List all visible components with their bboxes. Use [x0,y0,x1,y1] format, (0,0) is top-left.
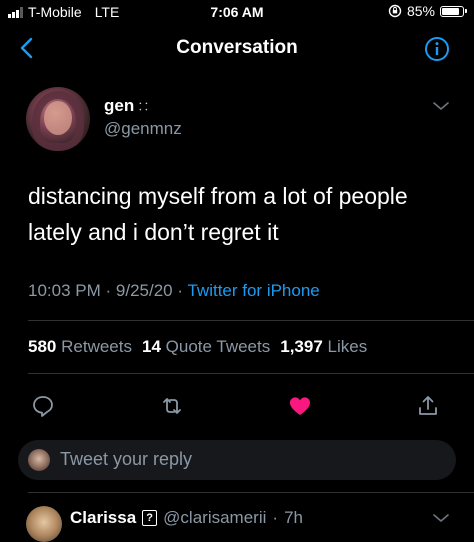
meta-separator: · [272,508,279,527]
reply-placeholder[interactable]: Tweet your reply [60,449,192,470]
tweet-meta: 10:03 PM · 9/25/20 · Twitter for iPhone [28,281,320,301]
chevron-down-icon[interactable] [432,512,450,524]
retweets-count: 580 [28,337,57,356]
reply-time: 7h [284,508,303,527]
retweets-label: Retweets [61,337,132,356]
divider [28,492,474,493]
quote-count: 14 [141,337,161,356]
comment-icon[interactable] [31,394,55,418]
heart-icon[interactable] [288,394,312,418]
retweet-icon[interactable] [160,394,184,418]
reply-author-handle: @clarisamerii [163,508,267,527]
likes-count: 1,397 [280,337,323,356]
reply-author-name: Clarissa [70,508,137,527]
question-badge-icon: ? [142,510,158,526]
current-user-avatar [28,449,50,471]
meta-separator: · [177,281,184,300]
orientation-lock-icon [388,4,402,18]
page-title: Conversation [176,37,298,58]
divider [28,320,474,321]
battery-percent: 85% [406,3,435,19]
tweet-time: 10:03 PM [28,281,101,300]
info-icon[interactable] [424,36,450,62]
author-name-glyph: ⸬ [139,102,148,113]
reply-author-avatar[interactable] [26,506,62,542]
tweet-stats: 580 Retweets 14 Quote Tweets 1,397 Likes [28,337,367,357]
status-bar-right: 85% [388,3,467,19]
retweets-stat[interactable]: 580 Retweets [28,337,132,357]
author-avatar[interactable] [26,87,90,151]
quote-tweets-stat[interactable]: 14 Quote Tweets [142,337,270,357]
likes-stat[interactable]: 1,397 Likes [280,337,367,357]
tweet-source-link[interactable]: Twitter for iPhone [187,281,319,300]
author-handle[interactable]: @genmnz [104,119,182,139]
tweet-date: 9/25/20 [115,281,173,300]
meta-separator: · [105,281,112,300]
reply-author-row[interactable]: Clarissa ? @clarisamerii · 7h [70,508,303,528]
likes-label: Likes [327,337,368,356]
share-icon[interactable] [416,394,440,418]
author-name[interactable]: gen ⸬ [104,96,148,116]
divider [28,373,474,374]
author-name-text: gen [104,96,135,115]
battery-icon [440,5,467,17]
chevron-down-icon[interactable] [432,100,450,112]
tweet-text: distancing myself from a lot of people l… [28,183,408,245]
quote-label: Quote Tweets [165,337,271,356]
